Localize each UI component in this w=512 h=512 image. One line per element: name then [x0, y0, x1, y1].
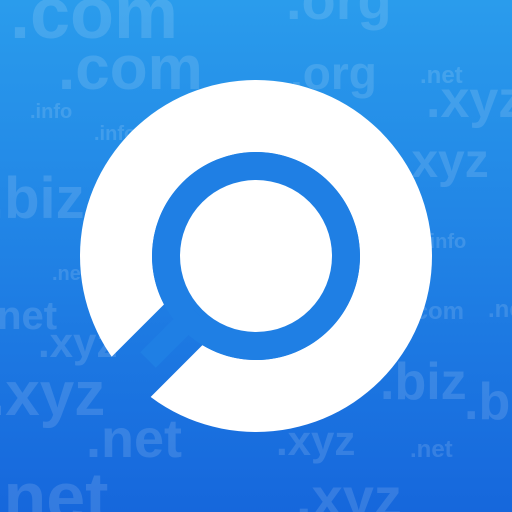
lens-face: [180, 180, 332, 332]
app-icon-tile: .com .org .com .org .net .xyz .info .inf…: [0, 0, 512, 512]
magnifying-glass-in-ring-icon: [80, 80, 432, 432]
